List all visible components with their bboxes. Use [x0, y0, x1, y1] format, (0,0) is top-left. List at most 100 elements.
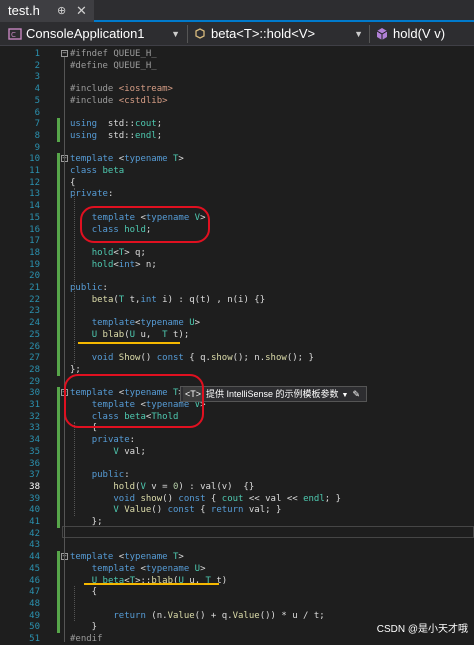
code-line[interactable]: { — [70, 177, 75, 189]
code-line[interactable]: template<typename U> — [70, 317, 200, 329]
code-line[interactable]: }; — [70, 516, 103, 528]
line-number: 38 — [29, 481, 40, 492]
line-number: 39 — [29, 493, 40, 504]
line-number: 17 — [29, 236, 40, 247]
code-line[interactable]: #endif — [70, 633, 103, 645]
code-line[interactable]: #include <iostream> — [70, 83, 173, 95]
code-line[interactable]: void show() const { cout << val << endl;… — [70, 493, 341, 505]
line-number: 25 — [29, 329, 40, 340]
close-icon[interactable]: ✕ — [76, 0, 87, 22]
code-line[interactable]: public: — [70, 469, 130, 481]
line-number: 6 — [34, 107, 40, 118]
current-line-highlight — [62, 526, 474, 538]
annotation-circle — [64, 374, 204, 428]
project-dropdown[interactable]: C ConsoleApplication1 ▼ — [4, 24, 184, 44]
change-marker — [57, 118, 60, 142]
line-number: 3 — [34, 72, 40, 83]
chevron-down-icon[interactable]: ▼ — [342, 392, 349, 399]
line-number: 50 — [29, 622, 40, 633]
line-number: 45 — [29, 563, 40, 574]
chevron-down-icon: ▼ — [171, 29, 180, 39]
line-number: 31 — [29, 400, 40, 410]
code-line[interactable]: V Value() const { return val; } — [70, 504, 281, 516]
line-number: 10 — [29, 154, 40, 165]
code-line[interactable]: void Show() const { q.show(); n.show(); … — [70, 352, 314, 364]
line-number: 24 — [29, 318, 40, 329]
chevron-down-icon: ▼ — [354, 29, 363, 39]
annotation-underline — [84, 583, 219, 585]
pin-icon[interactable]: ⊕ — [57, 0, 66, 22]
scope-dropdown[interactable]: beta<T>::hold<V> ▼ — [189, 24, 367, 44]
code-line[interactable]: U blab(U u, T t); — [70, 329, 190, 341]
tab-title: test.h — [8, 3, 40, 18]
line-number: 9 — [34, 142, 40, 153]
change-marker — [57, 551, 60, 633]
line-number: 44 — [29, 552, 40, 563]
method-icon — [376, 28, 388, 40]
change-marker — [57, 387, 60, 528]
line-number: 21 — [29, 283, 40, 293]
code-line[interactable]: V val; — [70, 446, 146, 458]
line-number: 34 — [29, 435, 40, 446]
hint-text: 提供 IntelliSense 的示例模板参数 — [206, 389, 339, 399]
code-line[interactable]: private: — [70, 434, 135, 446]
annotation-underline — [78, 342, 180, 344]
line-number: 13 — [29, 189, 40, 200]
code-line[interactable]: #ifndef QUEUE_H_ — [70, 48, 157, 60]
line-number: 27 — [29, 353, 40, 364]
code-line[interactable]: template <typename U> — [70, 563, 206, 575]
member-dropdown[interactable]: hold(V v) — [371, 24, 471, 44]
line-number: 23 — [29, 306, 40, 317]
code-line[interactable]: hold(V v = 0) : val(v) {} — [70, 481, 254, 493]
code-line[interactable]: template <typename T> — [70, 153, 184, 165]
member-name: hold(V v) — [393, 26, 446, 41]
fold-toggle-icon[interactable]: − — [61, 50, 68, 57]
line-number: 30 — [29, 388, 40, 399]
divider — [369, 25, 370, 43]
code-line[interactable]: template <typename T> — [70, 551, 184, 563]
code-line[interactable]: hold<T> q; — [70, 247, 146, 259]
tab-bar: test.h ⊕ ✕ — [0, 0, 474, 22]
line-number: 22 — [29, 294, 40, 305]
line-number: 28 — [29, 364, 40, 375]
code-line[interactable]: return (n.Value() + q.Value()) * u / t; — [70, 610, 324, 622]
scope-name: beta<T>::hold<V> — [211, 26, 316, 41]
svg-text:C: C — [11, 31, 16, 39]
code-line[interactable]: #include <cstdlib> — [70, 95, 168, 107]
fold-line — [64, 560, 65, 631]
line-number: 16 — [29, 224, 40, 235]
indent-guide — [74, 188, 76, 364]
watermark: CSDN @是小天才哦 — [376, 624, 468, 635]
code-line[interactable]: using std::endl; — [70, 130, 162, 142]
code-line[interactable]: #define QUEUE_H_ — [70, 60, 157, 72]
code-line[interactable]: beta(T t,int i) : q(t) , n(i) {} — [70, 294, 265, 306]
line-number: 14 — [29, 201, 40, 212]
line-number: 20 — [29, 271, 40, 282]
edit-icon[interactable]: ✎ — [352, 389, 360, 399]
intellisense-template-bar[interactable]: <T> 提供 IntelliSense 的示例模板参数 ▼ ✎ — [180, 386, 368, 402]
line-number: 2 — [34, 60, 40, 71]
tab-test-h[interactable]: test.h ⊕ ✕ — [0, 0, 94, 22]
line-number: 49 — [29, 610, 40, 621]
line-number: 37 — [29, 470, 40, 481]
line-number: 19 — [29, 259, 40, 270]
code-line[interactable]: class beta — [70, 165, 124, 177]
line-number: 7 — [34, 119, 40, 130]
fold-line — [64, 162, 65, 373]
line-number: 51 — [29, 634, 40, 644]
line-number: 4 — [34, 84, 40, 95]
line-number: 12 — [29, 177, 40, 188]
code-line[interactable]: private: — [70, 188, 113, 200]
line-number: 35 — [29, 446, 40, 457]
line-number: 18 — [29, 247, 40, 258]
code-editor[interactable]: 1 #ifndef QUEUE_H_ 2 #define QUEUE_H_ 3 4 #inc… — [0, 46, 474, 644]
code-line[interactable]: } — [70, 621, 97, 633]
change-marker — [57, 153, 60, 376]
indent-guide — [74, 422, 76, 516]
cpp-project-icon: C — [8, 28, 22, 40]
indent-guide — [74, 586, 76, 622]
divider — [187, 25, 188, 43]
code-line[interactable]: using std::cout; — [70, 118, 162, 130]
code-line[interactable]: hold<int> n; — [70, 259, 157, 271]
line-number: 15 — [29, 212, 40, 223]
